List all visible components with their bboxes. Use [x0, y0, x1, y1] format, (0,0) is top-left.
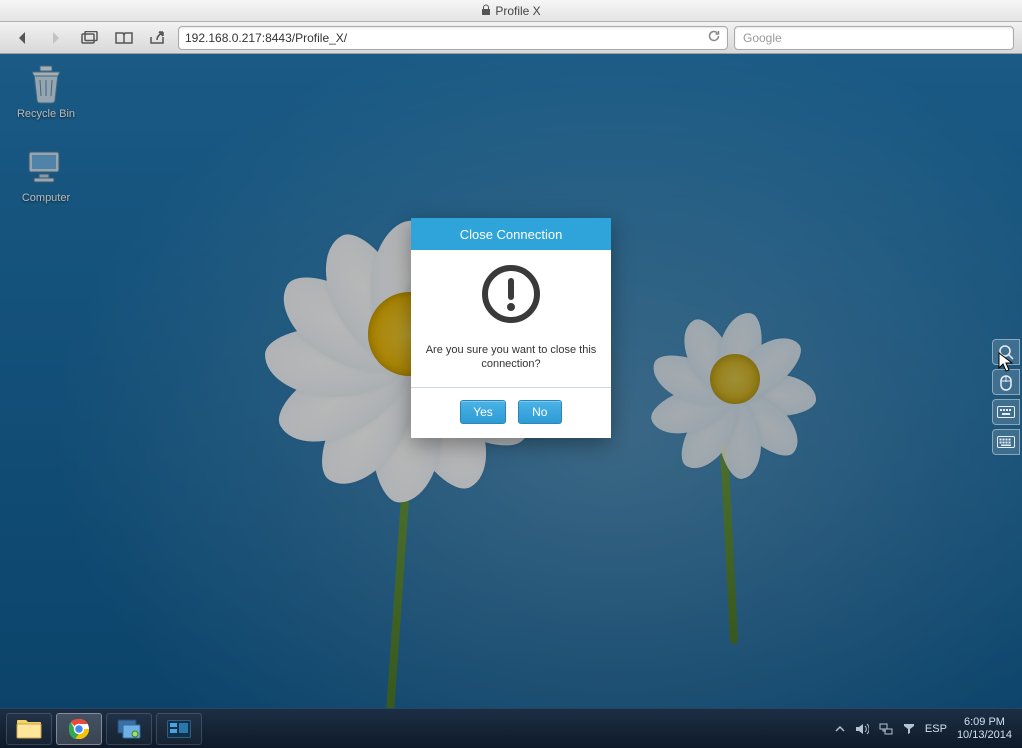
bookmarks-button[interactable] — [110, 26, 138, 50]
tray-clock[interactable]: 6:09 PM 10/13/2014 — [957, 716, 1016, 742]
taskbar-task-manager[interactable] — [156, 713, 202, 745]
windows-taskbar: ESP 6:09 PM 10/13/2014 — [0, 708, 1022, 748]
browser-toolbar: 192.168.0.217:8443/Profile_X/ Google — [0, 22, 1022, 54]
warning-icon — [481, 264, 541, 324]
lock-icon — [481, 4, 491, 18]
taskbar-chrome[interactable] — [56, 713, 102, 745]
share-button[interactable] — [144, 26, 172, 50]
browser-titlebar: Profile X — [0, 0, 1022, 22]
dialog-title: Close Connection — [411, 218, 611, 250]
remote-viewport: Recycle Bin Computer — [0, 54, 1022, 748]
tray-action-center-icon[interactable] — [903, 723, 915, 735]
system-tray: ESP 6:09 PM 10/13/2014 — [835, 716, 1016, 742]
tray-volume-icon[interactable] — [855, 723, 869, 735]
rail-mouse-button[interactable] — [992, 369, 1020, 395]
yes-button[interactable]: Yes — [460, 400, 506, 424]
taskbar-file-explorer[interactable] — [6, 713, 52, 745]
reload-icon[interactable] — [707, 29, 721, 46]
address-bar[interactable]: 192.168.0.217:8443/Profile_X/ — [178, 26, 728, 50]
back-button[interactable] — [8, 26, 36, 50]
tray-time: 6:09 PM — [957, 716, 1012, 729]
rail-zoom-button[interactable] — [992, 339, 1020, 365]
page-title: Profile X — [495, 4, 540, 18]
tray-show-hidden-icon[interactable] — [835, 724, 845, 734]
tray-date: 10/13/2014 — [957, 729, 1012, 742]
rail-onscreen-keyboard-button[interactable] — [992, 429, 1020, 455]
rail-keyboard-button[interactable] — [992, 399, 1020, 425]
no-button[interactable]: No — [518, 400, 562, 424]
taskbar-remote-app[interactable] — [106, 713, 152, 745]
address-bar-text: 192.168.0.217:8443/Profile_X/ — [185, 31, 347, 45]
forward-button[interactable] — [42, 26, 70, 50]
remote-control-rail — [992, 339, 1022, 455]
dialog-message: Are you sure you want to close this conn… — [421, 343, 601, 371]
dialog-footer: Yes No — [411, 387, 611, 438]
tabs-button[interactable] — [76, 26, 104, 50]
close-connection-dialog: Close Connection Are you sure you want t… — [411, 218, 611, 438]
tray-network-icon[interactable] — [879, 723, 893, 735]
dialog-body: Are you sure you want to close this conn… — [411, 250, 611, 387]
tray-keyboard-layout[interactable]: ESP — [925, 723, 947, 735]
search-placeholder: Google — [743, 31, 782, 45]
search-input[interactable]: Google — [734, 26, 1014, 50]
